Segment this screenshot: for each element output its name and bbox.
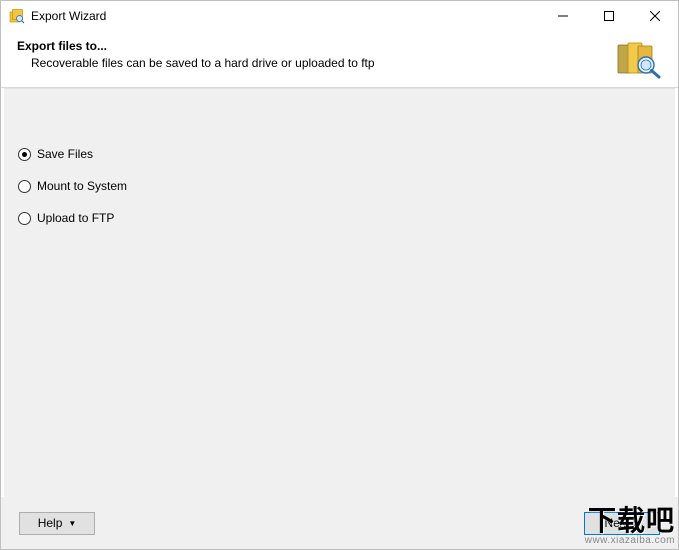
wizard-header: Export files to... Recoverable files can… (1, 31, 678, 88)
header-icon (614, 39, 662, 79)
wizard-footer: Help ▼ Next > (1, 497, 678, 549)
window-title: Export Wizard (31, 9, 540, 23)
chevron-down-icon: ▼ (68, 519, 76, 528)
page-heading: Export files to... (17, 39, 602, 53)
radio-mount-system[interactable]: Mount to System (18, 179, 675, 193)
radio-label: Save Files (37, 147, 93, 161)
radio-upload-ftp[interactable]: Upload to FTP (18, 211, 675, 225)
minimize-button[interactable] (540, 1, 586, 31)
window-controls (540, 1, 678, 31)
help-button[interactable]: Help ▼ (19, 512, 95, 535)
radio-icon (18, 180, 31, 193)
next-button-label: Next > (604, 516, 639, 530)
titlebar: Export Wizard (1, 1, 678, 31)
radio-icon (18, 212, 31, 225)
export-wizard-window: Export Wizard Export files to... Recover… (0, 0, 679, 550)
export-options-group: Save Files Mount to System Upload to FTP (4, 89, 675, 225)
radio-save-files[interactable]: Save Files (18, 147, 675, 161)
app-icon (9, 8, 25, 24)
page-subtext: Recoverable files can be saved to a hard… (17, 56, 602, 70)
radio-label: Mount to System (37, 179, 127, 193)
radio-icon (18, 148, 31, 161)
next-button[interactable]: Next > (584, 512, 660, 535)
close-button[interactable] (632, 1, 678, 31)
help-button-label: Help (38, 516, 63, 530)
wizard-content: Save Files Mount to System Upload to FTP (1, 88, 678, 497)
maximize-button[interactable] (586, 1, 632, 31)
radio-label: Upload to FTP (37, 211, 114, 225)
